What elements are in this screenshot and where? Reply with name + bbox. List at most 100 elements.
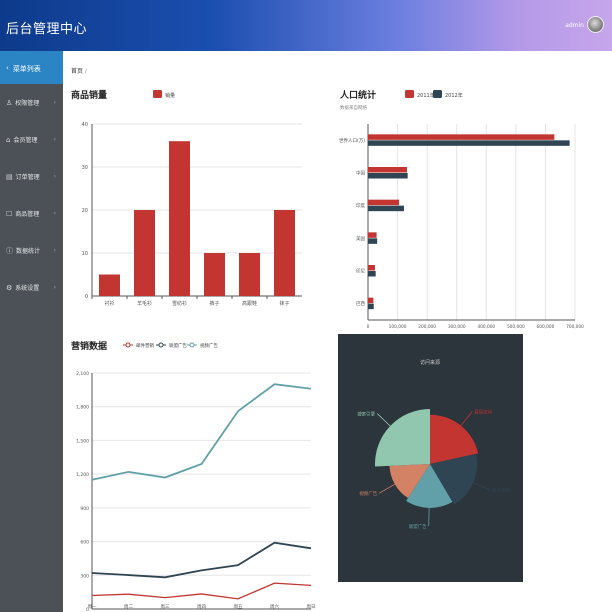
x-tick-label: 700,000 — [566, 324, 584, 330]
y-tick-label: 30 — [82, 165, 88, 171]
x-tick-label: 周一 — [88, 604, 97, 610]
sidebar-item-products[interactable]: ☐ 商品管理 › — [0, 195, 63, 232]
y-tick-label: 10 — [82, 251, 88, 257]
top-header: 后台管理中心 admin — [0, 0, 612, 51]
x-tick-label: 600,000 — [537, 324, 555, 330]
chart-title: 营销数据 — [71, 340, 107, 352]
legend-marker — [158, 342, 164, 348]
x-tick-label: 500,000 — [507, 324, 525, 330]
sidebar-item-label: 数据统计 — [16, 248, 41, 255]
x-tick-label: 雪纺衫 — [172, 300, 187, 307]
chevron-right-icon: › — [53, 173, 56, 180]
bar — [368, 271, 376, 277]
legend-label: 2011年 — [417, 92, 435, 99]
series-line — [91, 383, 312, 481]
chevron-right-icon: › — [53, 284, 56, 291]
slice-label: 视频广告 — [359, 490, 377, 497]
legend-swatch — [405, 90, 414, 98]
bar — [99, 274, 120, 296]
home-icon: ⌂ — [6, 135, 11, 144]
sidebar-item-permissions[interactable]: ♙ 权限管理 › — [0, 84, 63, 121]
sidebar-item-stats[interactable]: ⓘ 数据统计 › — [0, 232, 63, 269]
y-tick-label: 中国 — [356, 170, 365, 177]
bar — [368, 265, 375, 271]
menu-toggle[interactable]: ‹ 菜单列表 — [0, 51, 63, 84]
bar — [368, 297, 374, 304]
x-tick-label: 周日 — [307, 604, 316, 610]
x-tick-label: 高跟鞋 — [242, 300, 257, 307]
x-tick-label: 400,000 — [477, 324, 495, 330]
sidebar-item-orders[interactable]: ▤ 订单管理 › — [0, 158, 63, 195]
slice-label: 直接访问 — [474, 409, 492, 416]
bar — [134, 210, 155, 296]
x-tick-label: 衬衫 — [104, 300, 114, 307]
x-tick-label: 袜子 — [279, 300, 289, 307]
slice-label: 联盟广告 — [409, 523, 427, 530]
y-tick-label: 1,800 — [76, 405, 89, 411]
user-icon: ♙ — [6, 98, 13, 107]
chevron-left-icon: ‹ — [6, 64, 9, 72]
x-tick-label: 周二 — [124, 604, 133, 610]
chevron-right-icon: › — [53, 210, 56, 217]
y-tick-label: 1,500 — [76, 438, 89, 444]
chart-title: 人口统计 — [339, 89, 376, 101]
bar — [368, 303, 374, 310]
user-name[interactable]: admin — [565, 22, 584, 29]
marketing-line-chart: 营销数据 邮件营销 联盟广告 视频广告03006009001,2001,5001,80… — [71, 340, 316, 612]
x-tick-label: 0 — [367, 324, 370, 330]
legend-label: 视频广告 — [200, 342, 218, 349]
sidebar-item-label: 会员管理 — [13, 137, 38, 144]
y-tick-label: 印度 — [356, 202, 365, 209]
legend-swatch — [433, 90, 442, 98]
sidebar-item-label: 系统设置 — [15, 285, 40, 292]
info-icon: ⓘ — [6, 246, 13, 255]
bar — [368, 167, 407, 173]
y-tick-label: 600 — [80, 540, 89, 546]
y-tick-label: 世界人口(万) — [339, 137, 365, 144]
sidebar-item-members[interactable]: ⌂ 会员管理 › — [0, 121, 63, 158]
x-tick-label: 羊毛衫 — [137, 300, 152, 307]
bar — [368, 199, 400, 206]
avatar[interactable] — [587, 16, 604, 33]
x-tick-label: 300,000 — [448, 324, 466, 330]
y-tick-label: 巴西 — [356, 301, 365, 307]
y-tick-label: 印尼 — [356, 268, 365, 275]
y-tick-label: 美国 — [356, 235, 365, 242]
sidebar: ‹ 菜单列表 ♙ 权限管理 › ⌂ 会员管理 › ▤ 订单管理 › ☐ 商品管理… — [0, 51, 63, 612]
sidebar-item-settings[interactable]: ⚙ 系统设置 › — [0, 269, 63, 306]
package-icon: ☐ — [6, 209, 13, 218]
sales-bar-chart: 商品销量 销量 0 10 20 30 40 衬衫 羊毛衫 雪纺衫 裤子 高跟鞋 袜子 — [71, 89, 302, 307]
sidebar-item-label: 权限管理 — [15, 100, 40, 107]
traffic-pie-chart: 访问来源直接访问邮件营销联盟广告 视频广告 搜索引擎 — [338, 334, 523, 582]
x-tick-label: 周六 — [270, 603, 279, 610]
legend-label: 销量 — [165, 92, 175, 99]
x-tick-label: 100,000 — [389, 324, 407, 330]
legend-marker — [189, 342, 195, 348]
sidebar-item-label: 商品管理 — [15, 211, 40, 218]
x-tick-label: 周四 — [197, 604, 206, 610]
y-tick-label: 0 — [85, 294, 88, 300]
x-tick-label: 裤子 — [209, 300, 219, 307]
y-tick-label: 900 — [80, 506, 89, 512]
app-title: 后台管理中心 — [6, 22, 88, 37]
series-line — [91, 582, 312, 600]
chevron-right-icon: › — [53, 99, 56, 106]
legend-label: 邮件营销 — [136, 342, 154, 349]
chart-subtitle: 数据来自网络 — [340, 104, 367, 111]
legend-marker — [125, 342, 131, 348]
breadcrumb[interactable]: 首页 / — [71, 66, 87, 75]
x-tick-label: 200,000 — [418, 324, 436, 330]
bar — [368, 134, 555, 140]
chart-title: 商品销量 — [71, 89, 107, 101]
y-tick-label: 1,200 — [76, 472, 89, 478]
y-tick-label: 300 — [80, 573, 89, 579]
legend-swatch — [153, 90, 162, 98]
bar — [169, 141, 190, 296]
population-bar-chart: 人口统计数据来自网络 2011年 2012年 0 100,000 200,000 300,0… — [339, 89, 584, 330]
menu-title: 菜单列表 — [12, 65, 41, 73]
bar — [368, 140, 570, 146]
series-line — [91, 541, 312, 579]
bar — [274, 210, 295, 296]
bar — [368, 173, 408, 179]
slice-label: 搜索引擎 — [357, 411, 375, 418]
